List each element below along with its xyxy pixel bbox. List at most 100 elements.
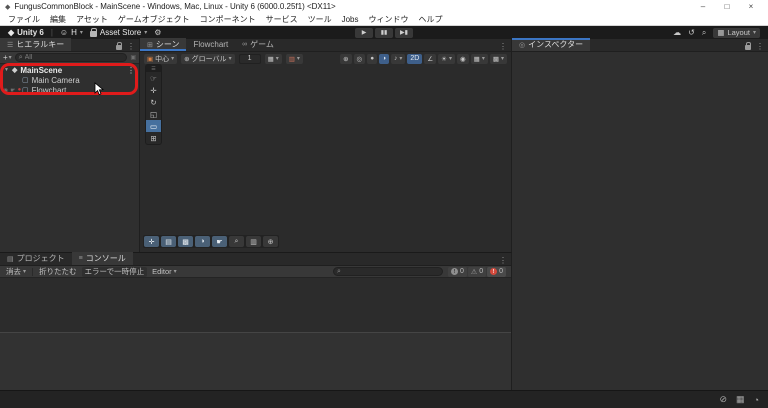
2d-toggle-button[interactable]: 2D (407, 53, 423, 64)
visibility-button[interactable]: ◉ (456, 53, 469, 64)
tab-project[interactable]: ▤ プロジェクト (0, 252, 72, 265)
tab-hierarchy[interactable]: ☰ ヒエラルキー (0, 38, 72, 51)
scene-options-icon[interactable]: ⋮ (127, 66, 139, 75)
rotate-tool[interactable]: ↻ (146, 96, 161, 108)
asset-store-dropdown[interactable]: Asset Store ▾ (89, 27, 148, 37)
add-gameobject-button[interactable]: + ▾ (3, 53, 12, 62)
console-log-list[interactable] (0, 278, 511, 332)
panel-menu-icon[interactable]: ⋮ (499, 42, 507, 51)
panel-menu-icon[interactable]: ⋮ (127, 42, 135, 51)
search-filter-icon[interactable]: ▣ (130, 54, 136, 61)
rect-tool[interactable]: ▭ (146, 120, 161, 132)
nav-grid-button[interactable]: ▩ (178, 236, 193, 247)
search-icon[interactable]: ⌕ (702, 28, 706, 38)
menu-window[interactable]: ウィンドウ (364, 14, 414, 25)
hierarchy-panel: ☰ ヒエラルキー ⋮ + ▾ ⌕ ▣ ▼ ◆ MainScene (0, 38, 140, 252)
audio-toggle-dropdown[interactable]: ♪ ▾ (391, 53, 406, 64)
collapse-toggle[interactable]: 折りたたむ (36, 267, 80, 277)
package-manager-icon[interactable]: ▦ (736, 394, 745, 405)
pause-button[interactable]: ▮▮ (375, 27, 393, 38)
nav-move-button[interactable]: ✛ (144, 236, 159, 247)
lock-icon[interactable] (116, 42, 122, 50)
gear-icon[interactable]: ⚙ (154, 28, 161, 37)
chevron-down-icon: ▾ (144, 30, 148, 36)
grid-size-field[interactable]: 1 (238, 53, 261, 64)
panel-menu-icon[interactable]: ⋮ (756, 42, 764, 51)
foldout-arrow-icon[interactable]: ▼ (4, 67, 9, 73)
nav-camera-button[interactable]: ▤ (161, 236, 176, 247)
menu-assets[interactable]: アセット (71, 14, 113, 25)
notifications-muted-icon[interactable]: ⊘ (720, 394, 728, 405)
menu-jobs[interactable]: Jobs (337, 15, 364, 24)
scene-asset-icon: ◆ (11, 67, 18, 74)
play-button[interactable]: ▶ (355, 27, 373, 38)
menu-component[interactable]: コンポーネント (195, 14, 261, 25)
snap-settings-dropdown[interactable]: ▥ ▾ (285, 53, 303, 64)
menu-gameobject[interactable]: ゲームオブジェクト (113, 14, 195, 25)
error-pause-toggle[interactable]: エラーで一時停止 (81, 266, 148, 277)
nav-pan-button[interactable]: ☛ (212, 236, 227, 247)
close-button[interactable]: × (739, 0, 763, 13)
inspector-tabstrip: ◎ インスペクター ⋮ (512, 38, 768, 52)
history-icon[interactable]: ↺ (688, 28, 695, 37)
progress-icon[interactable]: ◔ (754, 395, 759, 405)
tab-flowchart[interactable]: Flowchart (186, 38, 235, 51)
nav-zoom-button[interactable]: ⌕ (229, 236, 244, 247)
camera-dropdown[interactable]: ▦ ▾ (470, 53, 488, 64)
chevron-down-icon: ▾ (23, 269, 27, 275)
console-search-input[interactable] (342, 268, 439, 275)
overlay-drag-handle[interactable]: ☰ (146, 65, 161, 72)
tab-inspector[interactable]: ◎ インスペクター (512, 38, 591, 51)
measure-button[interactable]: ∠ (424, 53, 437, 64)
pivot-icon: ▣ (147, 55, 154, 63)
view-hand-tool[interactable]: ☞ (146, 72, 161, 84)
tab-game[interactable]: ∞ ゲーム (235, 38, 281, 51)
cloud-icon[interactable]: ☁ (673, 28, 681, 37)
layout-dropdown[interactable]: ▦ Layout ▾ (713, 27, 760, 38)
render-mode-button[interactable]: ◑ (379, 53, 390, 64)
visibility-eye-icon[interactable]: ◉ (3, 87, 8, 94)
gizmos-dropdown[interactable]: ▩ ▾ (489, 53, 507, 64)
hierarchy-row-mainscene[interactable]: ▼ ◆ MainScene ⋮ (0, 65, 139, 75)
console-searchbox[interactable]: ⌕ (333, 267, 443, 276)
nav-projection-button[interactable]: ▥ (246, 236, 261, 247)
scene-viewport[interactable]: ▣ 中心 ▾ ⊕ グローバル ▾ 1 ▦ ▾ ▥ ▾ ⊕ ◎ ● ◑ ♪ ▾ 2… (140, 52, 511, 252)
editor-dropdown[interactable]: Editor ▾ (149, 267, 180, 277)
tool-settings-button[interactable]: ⊕ (340, 53, 352, 64)
hierarchy-search-input[interactable] (24, 54, 124, 61)
tab-console[interactable]: ≡ コンソール (71, 252, 133, 265)
pivot-dropdown[interactable]: ▣ 中心 ▾ (144, 53, 178, 64)
transform-tool[interactable]: ⊞ (146, 132, 161, 144)
error-count-badge[interactable]: ! 0 (487, 266, 506, 277)
panel-menu-icon[interactable]: ⋮ (499, 256, 507, 265)
hierarchy-row-flowchart[interactable]: ◉ ☛ ● ▢ Flowchart (0, 85, 139, 95)
warning-count-badge[interactable]: ⚠ 0 (467, 266, 487, 277)
scale-tool[interactable]: ◱ (146, 108, 161, 120)
app-icon: ◆ (5, 3, 11, 11)
minimize-button[interactable]: – (691, 0, 715, 13)
account-dropdown[interactable]: ☺ H ▾ (60, 28, 83, 37)
hierarchy-searchbox[interactable]: ⌕ (14, 53, 128, 62)
console-icon: ≡ (78, 255, 83, 262)
move-tool[interactable]: ✛ (146, 84, 161, 96)
menu-help[interactable]: ヘルプ (414, 14, 448, 25)
lighting-dropdown[interactable]: ☀ ▾ (438, 53, 455, 64)
menu-tools[interactable]: ツール (303, 14, 337, 25)
menu-edit[interactable]: 編集 (45, 14, 71, 25)
pickability-icon[interactable]: ☛ (10, 87, 15, 94)
orientation-dropdown[interactable]: ⊕ グローバル ▾ (181, 53, 235, 64)
lock-icon[interactable] (745, 42, 751, 50)
info-count-badge[interactable]: ! 0 (448, 266, 467, 277)
grid-snap-dropdown[interactable]: ▦ ▾ (264, 53, 282, 64)
draw-mode-button[interactable]: ● (367, 53, 378, 64)
tab-scene[interactable]: ⊞ シーン (140, 38, 187, 51)
clear-button[interactable]: 消去 ▾ (3, 267, 29, 277)
menu-file[interactable]: ファイル (3, 14, 45, 25)
hierarchy-row-main-camera[interactable]: ▢ Main Camera (0, 75, 139, 85)
menu-services[interactable]: サービス (261, 14, 303, 25)
nav-orbit-button[interactable]: ◑ (195, 236, 210, 247)
nav-center-button[interactable]: ⊕ (263, 236, 278, 247)
shaded-mode-button[interactable]: ◎ (353, 53, 366, 64)
maximize-button[interactable]: □ (715, 0, 739, 13)
step-button[interactable]: ▶▮ (395, 27, 413, 38)
